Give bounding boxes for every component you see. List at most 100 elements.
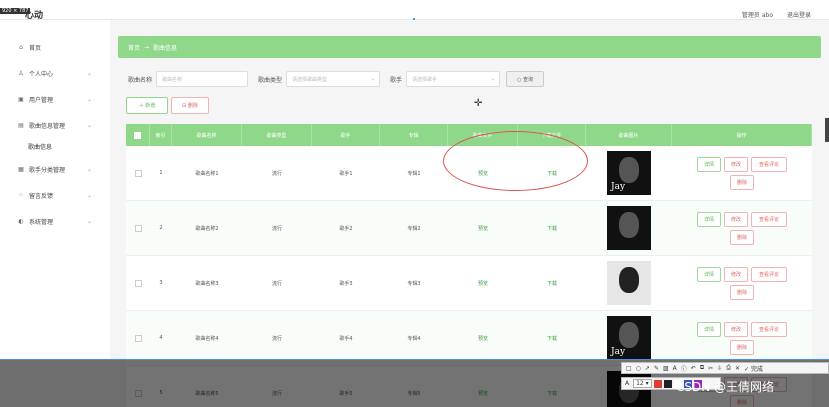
row-select-cell xyxy=(126,201,150,255)
snip-tool-10-icon[interactable]: ⇩ xyxy=(717,365,722,372)
singer-placeholder: 请选择歌手 xyxy=(412,76,438,83)
table-row: 2 歌曲名称2 流行 歌手2 专辑2 预览 下载 详情 修改 查看评论 删除 xyxy=(126,201,812,256)
table-row: 4 歌曲名称4 流行 歌手4 专辑4 预览 下载 Jay 详情 修改 查看评论 删除 xyxy=(126,311,812,366)
current-user: 管理员 abo xyxy=(741,12,773,19)
sidebar-item-5[interactable]: ▦ 歌手分类管理 ⌄ xyxy=(0,162,110,176)
view-comments-button[interactable]: 查看评论 xyxy=(751,156,787,172)
cover-portrait xyxy=(619,267,639,293)
sidebar-item-3[interactable]: ▤ 歌曲信息管理 ⌄ xyxy=(0,118,110,132)
watermark: CSDN @王倩网络 xyxy=(676,380,775,394)
chevron-down-icon: ⌄ xyxy=(86,121,92,129)
color-swatch[interactable] xyxy=(663,379,672,388)
singer-select[interactable]: 请选择歌手 ⌄ xyxy=(406,71,501,87)
snip-tool-1-icon[interactable]: ○ xyxy=(636,365,641,372)
color-swatch[interactable] xyxy=(653,379,662,388)
logout-link[interactable]: 退出登录 xyxy=(787,10,811,19)
cell-download[interactable]: 下载 xyxy=(518,311,586,365)
edit-button[interactable]: 修改 xyxy=(724,266,748,282)
font-icon[interactable]: A xyxy=(625,380,629,387)
snip-tool-0-icon[interactable]: □ xyxy=(626,365,632,372)
column-header: 歌手 xyxy=(312,124,380,146)
row-checkbox[interactable] xyxy=(134,334,142,342)
select-all-checkbox[interactable] xyxy=(134,131,141,139)
cell-type: 流行 xyxy=(271,335,282,342)
sidebar-item-6[interactable]: ⁘ 留言反馈 ⌄ xyxy=(0,188,110,202)
row-checkbox[interactable] xyxy=(134,279,142,287)
cell-download[interactable]: 下载 xyxy=(518,256,586,310)
snip-tool-4-icon[interactable]: ▨ xyxy=(663,365,669,372)
snip-tool-12-icon[interactable]: ✕ xyxy=(735,365,740,372)
sidebar-item-label: 歌曲信息管理 xyxy=(29,122,66,130)
query-button[interactable]: ○ 查询 xyxy=(506,71,545,87)
row-checkbox[interactable] xyxy=(134,169,142,177)
snip-tool-6-icon[interactable]: ⓘ xyxy=(681,364,687,373)
cell-singer: 歌手1 xyxy=(339,170,353,177)
cell-download[interactable]: 下载 xyxy=(518,201,586,255)
view-comments-button[interactable]: 查看评论 xyxy=(751,321,787,337)
scrollbar[interactable] xyxy=(825,118,829,142)
cell-file[interactable]: 预览 xyxy=(448,311,518,365)
cursor-icon: ✛ xyxy=(474,98,483,109)
table-row: 3 歌曲名称3 流行 歌手3 专辑3 预览 下载 详情 修改 查看评论删除 xyxy=(126,256,812,311)
column-header: 专辑 xyxy=(380,124,448,146)
snip-tool-2-icon[interactable]: ↗ xyxy=(645,365,650,372)
cell-file[interactable]: 预览 xyxy=(448,201,518,255)
snip-tool-7-icon[interactable]: ↶ xyxy=(691,365,696,372)
sidebar-item-label: 系统管理 xyxy=(29,218,54,226)
cell-operations: 详情修改查看评论删除 xyxy=(672,311,812,365)
row-delete-button[interactable]: 删除 xyxy=(730,339,754,355)
detail-button[interactable]: 详情 xyxy=(697,156,721,172)
row-checkbox[interactable] xyxy=(134,224,142,232)
row-select-cell xyxy=(126,146,150,200)
album-cover-image: Jay xyxy=(607,151,651,195)
chevron-down-icon: ⌄ xyxy=(490,76,496,82)
sidebar-item-7[interactable]: ◐ 系统管理 ⌄ xyxy=(0,214,110,228)
cell-singer: 歌手3 xyxy=(339,280,353,287)
cell-name: 歌曲名称4 xyxy=(195,335,219,342)
view-comments-button[interactable]: 查看评论 xyxy=(751,211,787,227)
snip-tool-5-icon[interactable]: A xyxy=(673,365,677,372)
edit-button[interactable]: 修改 xyxy=(724,321,748,337)
row-delete-button[interactable]: 删除 xyxy=(730,229,754,245)
cell-index: 1 xyxy=(159,170,163,176)
album-cover-image xyxy=(607,261,651,305)
detail-button[interactable]: 详情 xyxy=(697,321,721,337)
cell-name: 歌曲名称1 xyxy=(195,170,219,177)
song-type-select[interactable]: 请选择歌曲类型 ⌄ xyxy=(286,71,381,87)
row-delete-button[interactable]: 删除 xyxy=(730,284,754,300)
edit-button[interactable]: 修改 xyxy=(724,211,748,227)
detail-button[interactable]: 详情 xyxy=(697,211,721,227)
snip-tool-9-icon[interactable]: ✂ xyxy=(708,365,713,372)
snip-tool-3-icon[interactable]: ✎ xyxy=(654,365,659,372)
row-select-cell xyxy=(126,256,150,310)
row-delete-button[interactable]: 删除 xyxy=(730,174,754,190)
cell-type: 流行 xyxy=(271,280,282,287)
edit-button[interactable]: 修改 xyxy=(724,156,748,172)
cell-name: 歌曲名称3 xyxy=(195,280,219,287)
sidebar-item-2[interactable]: ▣ 用户管理 ⌄ xyxy=(0,92,110,106)
sidebar-item-label: 首页 xyxy=(29,44,42,52)
delete-button[interactable]: ⊟ 删除 xyxy=(171,97,209,114)
snip-tool-8-icon[interactable]: ⧉ xyxy=(700,364,704,372)
cover-text: Jay xyxy=(611,182,626,192)
cell-singer: 歌手2 xyxy=(339,225,353,232)
breadcrumb-home[interactable]: 首页 xyxy=(128,43,140,52)
detail-button[interactable]: 详情 xyxy=(697,266,721,282)
sidebar-item-0[interactable]: ⌂ 首页 xyxy=(0,40,110,54)
add-button[interactable]: ＋ 新增 xyxy=(126,97,168,114)
snip-tool-11-icon[interactable]: ⎙ xyxy=(726,364,731,372)
snip-tool-13-icon[interactable]: ✓ 完成 xyxy=(744,364,763,373)
column-header: 操作 xyxy=(672,124,812,146)
cell-name: 歌曲名称2 xyxy=(195,225,219,232)
cell-file[interactable]: 预览 xyxy=(448,256,518,310)
sidebar-item-1[interactable]: ♙ 个人中心 ⌄ xyxy=(0,66,110,80)
song-name-input[interactable]: 歌曲名称 xyxy=(156,71,249,87)
font-size-select[interactable]: 12 ▾ xyxy=(633,379,652,388)
cell-index: 3 xyxy=(159,280,163,286)
sidebar-subitem-song-info[interactable]: 歌曲信息 xyxy=(28,142,52,151)
album-cover-image xyxy=(607,206,651,250)
filter-bar: 歌曲名称 歌曲名称 歌曲类型 请选择歌曲类型 ⌄ 歌手 请选择歌手 ⌄ ○ 查询 xyxy=(118,68,821,90)
view-comments-button[interactable]: 查看评论 xyxy=(751,266,787,282)
cell-album: 专辑3 xyxy=(407,280,421,287)
cell-cover: Jay xyxy=(586,146,672,200)
